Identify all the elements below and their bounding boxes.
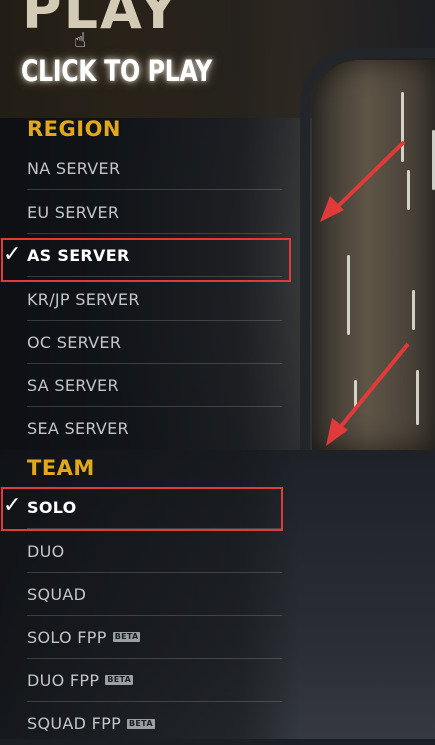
red-arrow-icon xyxy=(326,342,410,446)
red-arrow-icon xyxy=(320,140,410,446)
red-arrow-icon xyxy=(320,140,406,222)
